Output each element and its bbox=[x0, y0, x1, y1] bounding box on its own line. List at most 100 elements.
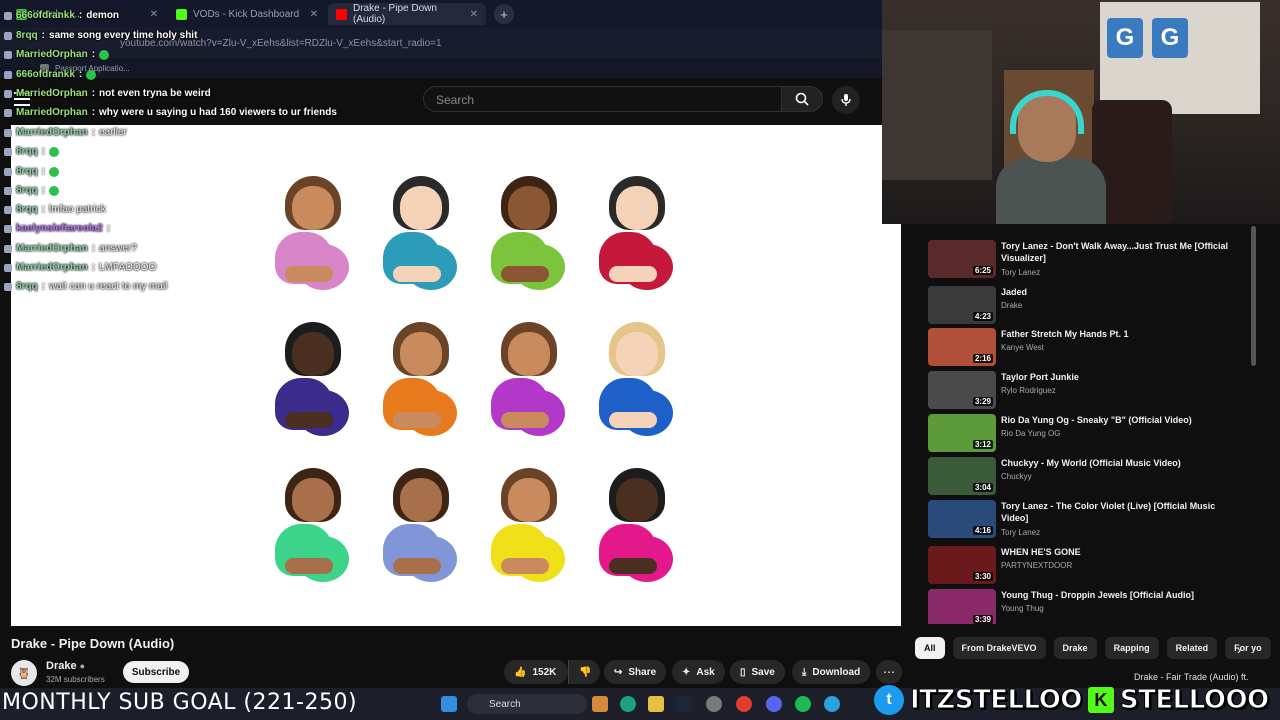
video-duration: 3:12 bbox=[972, 440, 993, 449]
recommended-channel[interactable]: Drake bbox=[1001, 301, 1022, 310]
taskbar-search[interactable]: Search bbox=[467, 694, 587, 714]
filter-chip[interactable]: From DrakeVEVO bbox=[952, 637, 1046, 659]
chat-separator: : bbox=[78, 69, 83, 80]
video-thumbnail[interactable]: 3:29 bbox=[928, 371, 996, 409]
video-thumbnail[interactable]: 3:30 bbox=[928, 546, 996, 584]
chevron-right-icon[interactable]: › bbox=[1237, 643, 1241, 657]
chat-message: MarriedOrphan: bbox=[4, 49, 110, 60]
recommended-video-title[interactable]: Tory Lanez - The Color Violet (Live) [Of… bbox=[1001, 500, 1233, 524]
video-thumbnail[interactable]: 4:23 bbox=[928, 286, 996, 324]
video-duration: 6:25 bbox=[972, 266, 993, 275]
recommended-video[interactable]: 3:04 Chuckyy - My World (Official Music V… bbox=[928, 457, 1248, 497]
microphone-icon bbox=[841, 94, 851, 106]
dislike-button[interactable]: 👎 bbox=[568, 660, 600, 684]
recommended-video[interactable]: 3:29 Taylor Port Junkie Rylo Rodriguez bbox=[928, 371, 1248, 411]
chat-message: MarriedOrphan: LMFAOOOO bbox=[4, 262, 156, 273]
share-button[interactable]: ↪ Share bbox=[604, 660, 667, 684]
chat-badge-icon bbox=[4, 70, 12, 79]
filter-chip[interactable]: Drake bbox=[1053, 637, 1097, 659]
settings-icon[interactable] bbox=[706, 696, 722, 712]
recommended-channel[interactable]: Kanye West bbox=[1001, 343, 1044, 352]
search-input[interactable]: Search bbox=[423, 86, 782, 112]
chat-separator: : bbox=[91, 243, 96, 254]
like-button[interactable]: 👍 152K bbox=[504, 660, 568, 684]
recommended-video[interactable]: 6:25 Tory Lanez - Don't Walk Away...Just … bbox=[928, 240, 1248, 280]
social-handles-overlay: t ITZSTELLOO K STELLOOO bbox=[874, 680, 1270, 720]
filter-chip[interactable]: Rapping bbox=[1104, 637, 1159, 659]
chat-badge-icon bbox=[4, 50, 12, 59]
video-thumbnail[interactable]: 3:39 bbox=[928, 589, 996, 624]
recommended-video-title[interactable]: Chuckyy - My World (Official Music Video… bbox=[1001, 457, 1233, 469]
pregnant-woman-emoji bbox=[367, 316, 475, 462]
emote-icon bbox=[49, 185, 60, 196]
chat-badge-icon bbox=[4, 11, 12, 20]
files-icon[interactable] bbox=[592, 696, 608, 712]
close-tab-icon[interactable]: ✕ bbox=[470, 9, 478, 20]
search-button[interactable] bbox=[781, 86, 823, 112]
telegram-icon[interactable] bbox=[824, 696, 840, 712]
voice-search-button[interactable] bbox=[832, 86, 860, 114]
video-thumbnail[interactable]: 2:16 bbox=[928, 328, 996, 366]
new-tab-button[interactable]: + bbox=[494, 4, 514, 24]
filter-chip[interactable]: Related bbox=[1166, 637, 1218, 659]
emote-icon bbox=[99, 49, 110, 60]
chat-message: 8rqq: bbox=[4, 166, 60, 177]
chat-badge-icon bbox=[4, 108, 12, 117]
chat-username: MarriedOrphan bbox=[16, 127, 88, 138]
edge-icon[interactable] bbox=[620, 696, 636, 712]
emote-icon bbox=[86, 69, 97, 80]
chat-username: MarriedOrphan bbox=[16, 88, 88, 99]
filter-chip[interactable]: For yo bbox=[1225, 637, 1271, 659]
ask-button[interactable]: ✦ Ask bbox=[672, 660, 725, 684]
recommended-channel[interactable]: Tory Lanez bbox=[1001, 268, 1040, 277]
recommended-video-title[interactable]: Rio Da Yung Og - Sneaky "B" (Official Vi… bbox=[1001, 414, 1233, 426]
recommended-channel[interactable]: Rio Da Yung OG bbox=[1001, 429, 1060, 438]
chat-separator: : bbox=[91, 127, 96, 138]
download-button[interactable]: ⤓ Download bbox=[792, 660, 871, 684]
recommended-video-title[interactable]: Young Thug - Droppin Jewels [Official Au… bbox=[1001, 589, 1233, 601]
chat-username: 8rqq bbox=[16, 146, 38, 157]
channel-avatar[interactable]: 🦉 bbox=[11, 660, 37, 686]
chrome-icon[interactable] bbox=[736, 696, 752, 712]
download-icon: ⤓ bbox=[802, 666, 807, 678]
filter-chip[interactable]: All bbox=[915, 637, 945, 659]
pregnant-woman-emoji bbox=[583, 170, 691, 316]
recommended-channel[interactable]: PARTYNEXTDOOR bbox=[1001, 561, 1072, 570]
windows-start-icon[interactable] bbox=[441, 696, 457, 712]
folder-icon[interactable] bbox=[648, 696, 664, 712]
recommended-channel[interactable]: Chuckyy bbox=[1001, 472, 1032, 481]
recommended-video[interactable]: 3:30 WHEN HE'S GONE PARTYNEXTDOOR bbox=[928, 546, 1248, 586]
recommended-channel[interactable]: Young Thug bbox=[1001, 604, 1044, 613]
chat-message: 8rqq: bbox=[4, 146, 60, 157]
video-thumbnail[interactable]: 3:04 bbox=[928, 457, 996, 495]
recommended-video-title[interactable]: Father Stretch My Hands Pt. 1 bbox=[1001, 328, 1233, 340]
discord-icon[interactable] bbox=[766, 696, 782, 712]
recommended-channel[interactable]: Rylo Rodriguez bbox=[1001, 386, 1056, 395]
recommended-video-title[interactable]: Taylor Port Junkie bbox=[1001, 371, 1233, 383]
recommended-video-title[interactable]: Jaded bbox=[1001, 286, 1233, 298]
recommended-video[interactable]: 4:23 Jaded Drake bbox=[928, 286, 1248, 326]
save-button[interactable]: ▯ Save bbox=[730, 660, 785, 684]
pregnant-woman-emoji bbox=[259, 316, 367, 462]
recommended-video[interactable]: 3:39 Young Thug - Droppin Jewels [Officia… bbox=[928, 589, 1248, 624]
recommended-video[interactable]: 2:16 Father Stretch My Hands Pt. 1 Kanye W… bbox=[928, 328, 1248, 368]
chat-username: 666ofdrankk bbox=[16, 10, 75, 21]
chat-badge-icon bbox=[4, 282, 12, 291]
recommended-video[interactable]: 4:16 Tory Lanez - The Color Violet (Live)… bbox=[928, 500, 1248, 540]
video-thumbnail[interactable]: 3:12 bbox=[928, 414, 996, 452]
recommended-video[interactable]: 3:12 Rio Da Yung Og - Sneaky "B" (Officia… bbox=[928, 414, 1248, 454]
spotify-icon[interactable] bbox=[795, 696, 811, 712]
steam-icon[interactable] bbox=[676, 696, 692, 712]
recommended-channel[interactable]: Tory Lanez bbox=[1001, 528, 1040, 537]
subscribe-button[interactable]: Subscribe bbox=[123, 661, 189, 683]
video-thumbnail[interactable]: 6:25 bbox=[928, 240, 996, 278]
chat-message: MarriedOrphan: answer? bbox=[4, 243, 137, 254]
video-duration: 4:16 bbox=[972, 526, 993, 535]
recommended-video-title[interactable]: WHEN HE'S GONE bbox=[1001, 546, 1233, 558]
sidebar-scrollbar[interactable] bbox=[1251, 226, 1256, 366]
chat-separator: : bbox=[41, 281, 46, 292]
channel-name[interactable]: Drake ● bbox=[46, 660, 85, 672]
video-thumbnail[interactable]: 4:16 bbox=[928, 500, 996, 538]
recommended-video-title[interactable]: Tory Lanez - Don't Walk Away...Just Trus… bbox=[1001, 240, 1233, 264]
chat-separator: : bbox=[41, 204, 46, 215]
